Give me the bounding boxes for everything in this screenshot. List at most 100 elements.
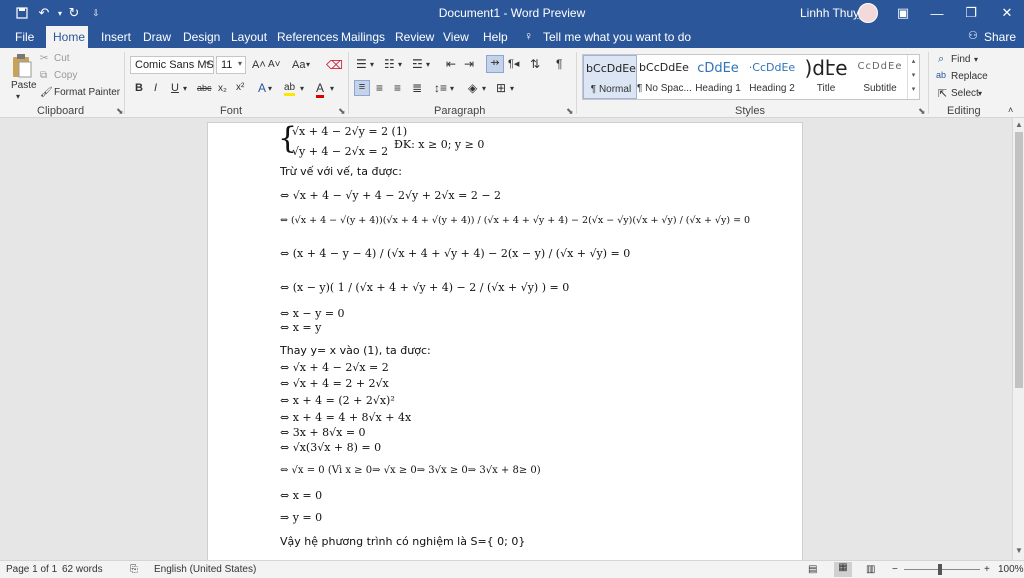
chevron-down-icon[interactable]: ▾ [426, 60, 430, 69]
chevron-down-icon[interactable]: ▾ [268, 84, 272, 93]
chevron-down-icon[interactable]: ▾ [974, 55, 978, 64]
zoom-slider[interactable] [904, 569, 980, 570]
bold-button[interactable]: B [135, 82, 143, 94]
increase-indent-icon[interactable]: ⇥ [464, 57, 474, 71]
underline-button[interactable]: U [171, 82, 179, 94]
style-heading-1[interactable]: cDdEe Heading 1 [691, 55, 745, 99]
chevron-down-icon[interactable]: ▾ [510, 84, 514, 93]
style-no-spacing[interactable]: bCcDdEe ¶ No Spac... [637, 55, 691, 99]
tab-draw[interactable]: Draw [136, 26, 178, 48]
tab-layout[interactable]: Layout [224, 26, 274, 48]
copy-icon[interactable]: ⧉ [40, 70, 47, 81]
strikethrough-button[interactable]: abc [197, 83, 212, 93]
change-case-button[interactable]: Aa [292, 59, 305, 71]
align-right-icon[interactable]: ≡ [394, 81, 401, 95]
zoom-level[interactable]: 100% [998, 564, 1024, 575]
copy-button[interactable]: Copy [54, 70, 77, 81]
subscript-button[interactable]: x₂ [218, 83, 227, 94]
clipboard-launcher-icon[interactable]: ⬊ [116, 106, 124, 117]
font-size-select[interactable]: 11 ▾ [216, 56, 246, 74]
restore-icon[interactable]: ❐ [954, 0, 988, 26]
ltr-direction-icon[interactable]: ⇸ [486, 55, 504, 73]
chevron-down-icon[interactable]: ▾ [978, 89, 982, 98]
borders-icon[interactable]: ⊞ [496, 81, 506, 95]
user-name[interactable]: Linhh Thuỵy [800, 6, 865, 20]
superscript-button[interactable]: x² [236, 82, 244, 93]
language-indicator[interactable]: English (United States) [154, 564, 256, 575]
zoom-slider-thumb[interactable] [938, 564, 942, 575]
tab-review[interactable]: Review [388, 26, 441, 48]
tell-me-search[interactable]: Tell me what you want to do [543, 26, 691, 48]
share-button[interactable]: Share [984, 26, 1016, 48]
clear-formatting-icon[interactable]: ⌫ [326, 58, 343, 72]
customize-qat-icon[interactable]: ⇩ [86, 4, 106, 22]
replace-button[interactable]: Replace [951, 71, 988, 82]
scroll-up-icon[interactable]: ▲ [1013, 120, 1024, 132]
close-icon[interactable]: ✕ [990, 0, 1024, 26]
select-icon[interactable]: ⇱ [938, 87, 947, 100]
paste-button[interactable]: Paste [11, 80, 37, 91]
font-color-button[interactable]: A [316, 81, 325, 98]
italic-button[interactable]: I [154, 82, 157, 94]
cut-icon[interactable]: ✂ [40, 53, 48, 64]
paragraph-launcher-icon[interactable]: ⬊ [566, 106, 574, 117]
minimize-icon[interactable]: — [920, 0, 954, 26]
chevron-down-icon[interactable]: ▾ [300, 84, 304, 93]
document-page[interactable]: { √x + 4 − 2√y = 2 (1) √y + 4 − 2√x = 2 … [207, 122, 803, 560]
style-heading-2[interactable]: ·CcDdEe Heading 2 [745, 55, 799, 99]
chevron-down-icon[interactable]: ▾ [370, 60, 374, 69]
styles-launcher-icon[interactable]: ⬊ [918, 106, 926, 117]
scrollbar-thumb[interactable] [1015, 132, 1023, 388]
paste-icon[interactable] [10, 52, 34, 80]
collapse-ribbon-icon[interactable]: ˄ [1008, 105, 1013, 115]
read-mode-icon[interactable]: ▤ [808, 564, 817, 575]
style-title[interactable]: )dէe Title [799, 55, 853, 99]
format-painter-button[interactable]: Format Painter [54, 87, 120, 98]
rtl-direction-icon[interactable]: ¶◂ [508, 57, 519, 70]
sort-icon[interactable]: ⇅ [530, 57, 540, 71]
document-workspace[interactable]: { √x + 4 − 2√y = 2 (1) √y + 4 − 2√x = 2 … [0, 118, 1012, 560]
format-painter-icon[interactable]: 🖌 [40, 87, 53, 98]
word-count[interactable]: 62 words [62, 564, 103, 575]
chevron-down-icon[interactable]: ▾ [398, 60, 402, 69]
chevron-down-icon[interactable]: ▾ [183, 84, 187, 93]
align-center-icon[interactable]: ≡ [376, 81, 383, 95]
zoom-out-icon[interactable]: − [892, 564, 898, 575]
chevron-down-icon[interactable]: ▾ [450, 84, 454, 93]
tab-design[interactable]: Design [176, 26, 227, 48]
tab-view[interactable]: View [436, 26, 476, 48]
text-effects-button[interactable]: A [258, 81, 266, 95]
style-normal[interactable]: bCcDdEe ¶ Normal [583, 55, 637, 99]
numbering-icon[interactable]: ☷ [384, 57, 395, 71]
save-icon[interactable] [12, 4, 32, 22]
chevron-down-icon[interactable]: ▾ [330, 84, 334, 93]
page-count[interactable]: Page 1 of 1 [6, 564, 57, 575]
tab-file[interactable]: File [8, 26, 41, 48]
avatar[interactable] [858, 3, 878, 23]
align-left-icon[interactable]: ≡ [354, 80, 370, 96]
tab-home[interactable]: Home [46, 26, 88, 48]
paste-dropdown-icon[interactable]: ▾ [16, 92, 20, 101]
style-subtitle[interactable]: CcDdEe Subtitle [853, 55, 907, 99]
multilevel-list-icon[interactable]: ☲ [412, 57, 423, 71]
shrink-font-button[interactable]: A˅ [268, 59, 281, 70]
styles-scroll[interactable]: ▴ ▾ ▾ [907, 55, 919, 99]
font-launcher-icon[interactable]: ⬊ [338, 106, 346, 117]
redo-icon[interactable]: ↻ [64, 4, 84, 22]
show-formatting-marks-icon[interactable]: ¶ [556, 57, 562, 71]
find-button[interactable]: Find [951, 54, 970, 65]
zoom-in-icon[interactable]: + [984, 564, 990, 575]
print-layout-icon[interactable]: ▦ [834, 562, 852, 577]
line-spacing-icon[interactable]: ↕≡ [434, 81, 447, 95]
bullets-icon[interactable]: ☰ [356, 57, 367, 71]
cut-button[interactable]: Cut [54, 53, 70, 64]
tab-mailings[interactable]: Mailings [334, 26, 392, 48]
justify-icon[interactable]: ≣ [412, 81, 422, 95]
chevron-down-icon[interactable]: ▾ [482, 84, 486, 93]
select-button[interactable]: Select [951, 88, 979, 99]
decrease-indent-icon[interactable]: ⇤ [446, 57, 456, 71]
tab-insert[interactable]: Insert [94, 26, 138, 48]
grow-font-button[interactable]: A˄ [252, 59, 266, 71]
highlight-button[interactable]: ab [284, 82, 296, 96]
ribbon-display-options-icon[interactable]: ▣ [886, 0, 920, 26]
